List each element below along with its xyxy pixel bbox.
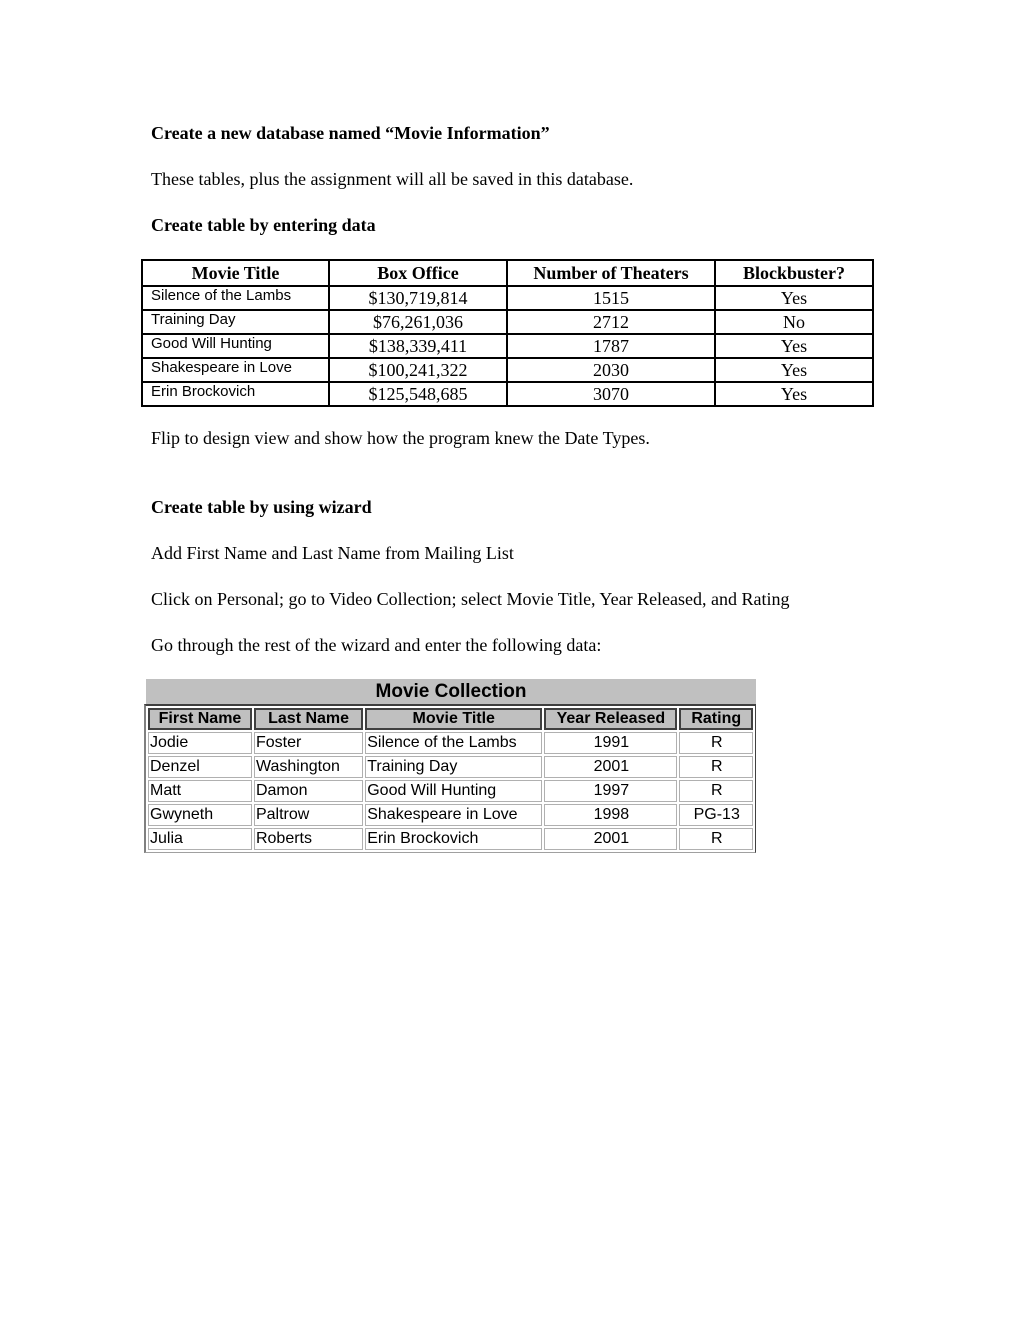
cell-movie-title: Shakespeare in Love bbox=[141, 357, 330, 383]
cell-blockbuster: Yes bbox=[714, 333, 874, 359]
cell-rating: R bbox=[679, 828, 753, 850]
cell-last-name: Paltrow bbox=[253, 804, 364, 826]
cell-year-released: 2001 bbox=[544, 756, 678, 778]
cell-blockbuster: Yes bbox=[714, 381, 874, 407]
column-header-first-name: First Name bbox=[148, 708, 252, 730]
table-header-row: Movie Title Box Office Number of Theater… bbox=[141, 259, 874, 287]
cell-last-name: Roberts bbox=[253, 828, 364, 850]
movie-collection-table: First Name Last Name Movie Title Year Re… bbox=[144, 704, 756, 853]
cell-movie-title: Good Will Hunting bbox=[141, 333, 330, 359]
cell-theaters: 1787 bbox=[506, 333, 716, 359]
cell-movie-title: Training Day bbox=[141, 309, 330, 335]
column-header-movie-title: Movie Title bbox=[141, 259, 330, 287]
table-row: Denzel Washington Training Day 2001 R bbox=[148, 756, 753, 778]
cell-box-office: $130,719,814 bbox=[328, 285, 508, 311]
table-header-row: First Name Last Name Movie Title Year Re… bbox=[148, 708, 753, 730]
paragraph-click-personal: Click on Personal; go to Video Collectio… bbox=[151, 589, 790, 609]
paragraph-design-view: Flip to design view and show how the pro… bbox=[151, 428, 650, 448]
cell-movie-title: Erin Brockovich bbox=[141, 381, 330, 407]
paragraph-add-names: Add First Name and Last Name from Mailin… bbox=[151, 543, 514, 563]
column-header-blockbuster: Blockbuster? bbox=[714, 259, 874, 287]
cell-movie-title: Silence of the Lambs bbox=[141, 285, 330, 311]
cell-box-office: $138,339,411 bbox=[328, 333, 508, 359]
table-row: Shakespeare in Love $100,241,322 2030 Ye… bbox=[141, 357, 874, 383]
cell-box-office: $100,241,322 bbox=[328, 357, 508, 383]
cell-year-released: 1998 bbox=[544, 804, 678, 826]
cell-first-name: Denzel bbox=[148, 756, 252, 778]
cell-first-name: Julia bbox=[148, 828, 252, 850]
cell-blockbuster: Yes bbox=[714, 285, 874, 311]
cell-theaters: 2712 bbox=[506, 309, 716, 335]
cell-last-name: Washington bbox=[253, 756, 364, 778]
table-row: Erin Brockovich $125,548,685 3070 Yes bbox=[141, 381, 874, 407]
cell-rating: R bbox=[679, 732, 753, 754]
table-row: Gwyneth Paltrow Shakespeare in Love 1998… bbox=[148, 804, 753, 826]
table-row: Jodie Foster Silence of the Lambs 1991 R bbox=[148, 732, 753, 754]
column-header-number-of-theaters: Number of Theaters bbox=[506, 259, 716, 287]
cell-theaters: 1515 bbox=[506, 285, 716, 311]
table-row: Training Day $76,261,036 2712 No bbox=[141, 309, 874, 335]
cell-rating: R bbox=[679, 780, 753, 802]
cell-rating: PG-13 bbox=[679, 804, 753, 826]
table-row: Matt Damon Good Will Hunting 1997 R bbox=[148, 780, 753, 802]
column-header-year-released: Year Released bbox=[544, 708, 678, 730]
paragraph-tables-saved: These tables, plus the assignment will a… bbox=[151, 169, 634, 189]
cell-movie-title: Erin Brockovich bbox=[365, 828, 543, 850]
cell-theaters: 3070 bbox=[506, 381, 716, 407]
cell-year-released: 1997 bbox=[544, 780, 678, 802]
cell-movie-title: Silence of the Lambs bbox=[365, 732, 543, 754]
cell-first-name: Gwyneth bbox=[148, 804, 252, 826]
cell-movie-title: Shakespeare in Love bbox=[365, 804, 543, 826]
cell-rating: R bbox=[679, 756, 753, 778]
column-header-last-name: Last Name bbox=[253, 708, 364, 730]
cell-box-office: $125,548,685 bbox=[328, 381, 508, 407]
cell-year-released: 1991 bbox=[544, 732, 678, 754]
cell-blockbuster: No bbox=[714, 309, 874, 335]
paragraph-go-through-wizard: Go through the rest of the wizard and en… bbox=[151, 635, 602, 655]
table-row: Julia Roberts Erin Brockovich 2001 R bbox=[148, 828, 753, 850]
cell-first-name: Matt bbox=[148, 780, 252, 802]
cell-theaters: 2030 bbox=[506, 357, 716, 383]
cell-first-name: Jodie bbox=[148, 732, 252, 754]
cell-blockbuster: Yes bbox=[714, 357, 874, 383]
column-header-movie-title: Movie Title bbox=[365, 708, 543, 730]
heading-create-table-wizard: Create table by using wizard bbox=[151, 497, 372, 517]
heading-create-database: Create a new database named “Movie Infor… bbox=[151, 123, 550, 143]
cell-movie-title: Training Day bbox=[365, 756, 543, 778]
cell-last-name: Foster bbox=[253, 732, 364, 754]
heading-create-table-entering-data: Create table by entering data bbox=[151, 215, 376, 235]
table-row: Silence of the Lambs $130,719,814 1515 Y… bbox=[141, 285, 874, 311]
cell-box-office: $76,261,036 bbox=[328, 309, 508, 335]
movie-collection-caption: Movie Collection bbox=[146, 679, 756, 704]
table-row: Good Will Hunting $138,339,411 1787 Yes bbox=[141, 333, 874, 359]
cell-year-released: 2001 bbox=[544, 828, 678, 850]
cell-last-name: Damon bbox=[253, 780, 364, 802]
movie-collection-table-container: Movie Collection First Name Last Name Mo… bbox=[144, 679, 756, 853]
cell-movie-title: Good Will Hunting bbox=[365, 780, 543, 802]
column-header-rating: Rating bbox=[679, 708, 753, 730]
column-header-box-office: Box Office bbox=[328, 259, 508, 287]
movie-box-office-table: Movie Title Box Office Number of Theater… bbox=[141, 259, 874, 407]
